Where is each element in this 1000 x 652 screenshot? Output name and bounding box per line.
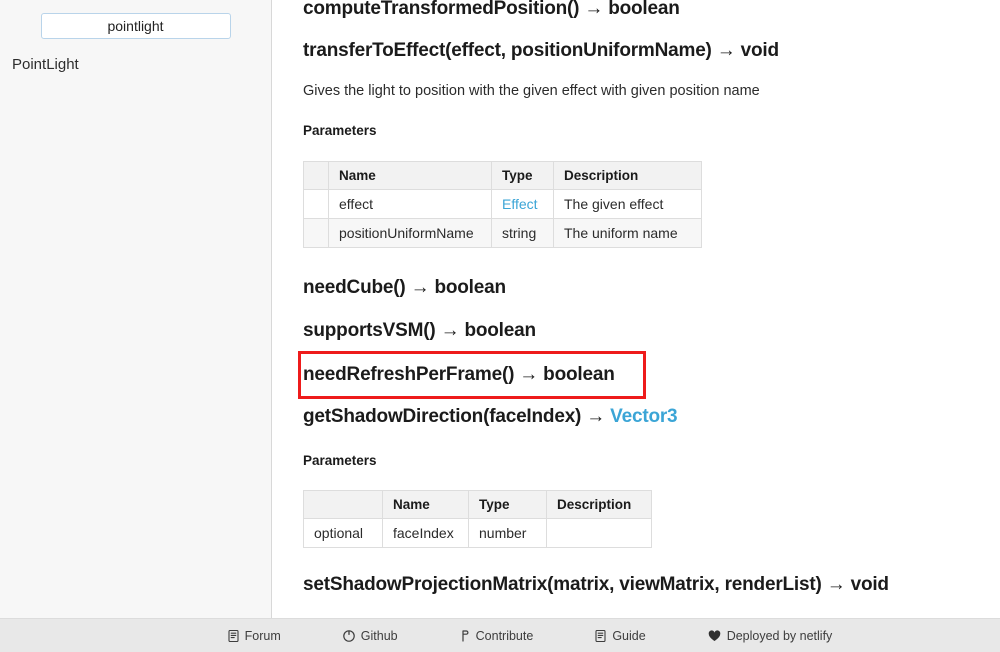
method-signature-needRefreshPerFrame[interactable]: needRefreshPerFrame() → boolean xyxy=(303,364,615,386)
method-signature-setShadowProjectionMatrix[interactable]: setShadowProjectionMatrix(matrix, viewMa… xyxy=(303,574,889,596)
footer-link-netlify[interactable]: Deployed by netlify xyxy=(708,628,833,643)
table2-header-name: Name xyxy=(382,490,469,519)
method-signature-getShadowDirection-text: getShadowDirection(faceIndex) → xyxy=(303,406,611,427)
table2-header-description: Description xyxy=(546,490,652,519)
table2-header-type: Type xyxy=(468,490,547,519)
table1-row1-description: The uniform name xyxy=(553,218,702,248)
search-input[interactable] xyxy=(40,13,231,39)
table-row: effect Effect The given effect xyxy=(303,189,702,219)
parameters-heading-1: Parameters xyxy=(303,123,377,138)
parameters-table-1-wrapper: Name Type Description effect Effect The … xyxy=(303,161,702,248)
method-signature-needCube[interactable]: needCube() → boolean xyxy=(303,277,506,299)
footer-link-forum-label: Forum xyxy=(244,628,281,643)
sidebar-item-pointlight[interactable]: PointLight xyxy=(0,56,271,73)
footer-link-guide[interactable]: Guide xyxy=(595,628,646,643)
method-signature-computeTransformedPosition[interactable]: computeTransformedPosition() → boolean xyxy=(303,0,680,20)
table1-row1-type: string xyxy=(491,218,554,248)
parameters-table-2-wrapper: Name Type Description optional faceIndex… xyxy=(303,490,652,548)
table-header-row: Name Type Description xyxy=(303,161,702,190)
footer-link-forum[interactable]: Forum xyxy=(228,629,281,643)
footer-link-guide-label: Guide xyxy=(612,628,646,643)
heart-icon xyxy=(708,629,721,642)
footer-link-github[interactable]: Github xyxy=(342,628,398,643)
table-row: positionUniformName string The uniform n… xyxy=(303,218,702,248)
parameters-heading-2: Parameters xyxy=(303,453,377,468)
github-icon xyxy=(342,629,355,642)
method-signature-supportsVSM[interactable]: supportsVSM() → boolean xyxy=(303,320,536,342)
sidebar-item-label: PointLight xyxy=(12,56,79,73)
forum-book-icon xyxy=(228,629,239,642)
table1-header-type: Type xyxy=(491,161,554,190)
table2-header-flag xyxy=(303,490,383,519)
table2-row0-type: number xyxy=(468,518,547,548)
table1-row0-description: The given effect xyxy=(553,189,702,219)
table1-header-flag xyxy=(303,161,329,190)
guide-book-icon xyxy=(595,629,606,642)
sidebar: PointLight xyxy=(0,0,272,618)
table1-row1-name: positionUniformName xyxy=(328,218,492,248)
table2-row0-flag: optional xyxy=(303,518,383,548)
footer-link-github-label: Github xyxy=(360,628,398,643)
return-type-link-vector3[interactable]: Vector3 xyxy=(610,406,677,427)
code-branch-icon xyxy=(460,629,470,642)
table1-row0-flag xyxy=(303,189,329,219)
footer-link-contribute[interactable]: Contribute xyxy=(460,628,534,643)
table1-row0-name: effect xyxy=(328,189,492,219)
api-docs-page: PointLight computeTransformedPosition() … xyxy=(0,0,1000,652)
method-description-transferToEffect: Gives the light to position with the giv… xyxy=(303,83,760,99)
method-signature-getShadowDirection[interactable]: getShadowDirection(faceIndex) → Vector3 xyxy=(303,406,678,428)
table-row: optional faceIndex number xyxy=(303,518,652,548)
table2-row0-description xyxy=(546,518,652,548)
table2-row0-name: faceIndex xyxy=(382,518,469,548)
footer: Forum Github Contribute Guide Deployed b… xyxy=(0,618,1000,652)
footer-link-contribute-label: Contribute xyxy=(475,628,534,643)
footer-link-netlify-label: Deployed by netlify xyxy=(726,628,833,643)
parameters-table-1: Name Type Description effect Effect The … xyxy=(303,161,702,248)
table1-row1-flag xyxy=(303,218,329,248)
table-header-row: Name Type Description xyxy=(303,490,652,519)
search-container xyxy=(40,13,231,39)
parameters-table-2: Name Type Description optional faceIndex… xyxy=(303,490,652,548)
table1-header-description: Description xyxy=(553,161,702,190)
method-signature-transferToEffect[interactable]: transferToEffect(effect, positionUniform… xyxy=(303,40,779,62)
table1-header-name: Name xyxy=(328,161,492,190)
table1-row0-type[interactable]: Effect xyxy=(491,189,554,219)
main-content: computeTransformedPosition() → boolean t… xyxy=(273,0,1000,618)
